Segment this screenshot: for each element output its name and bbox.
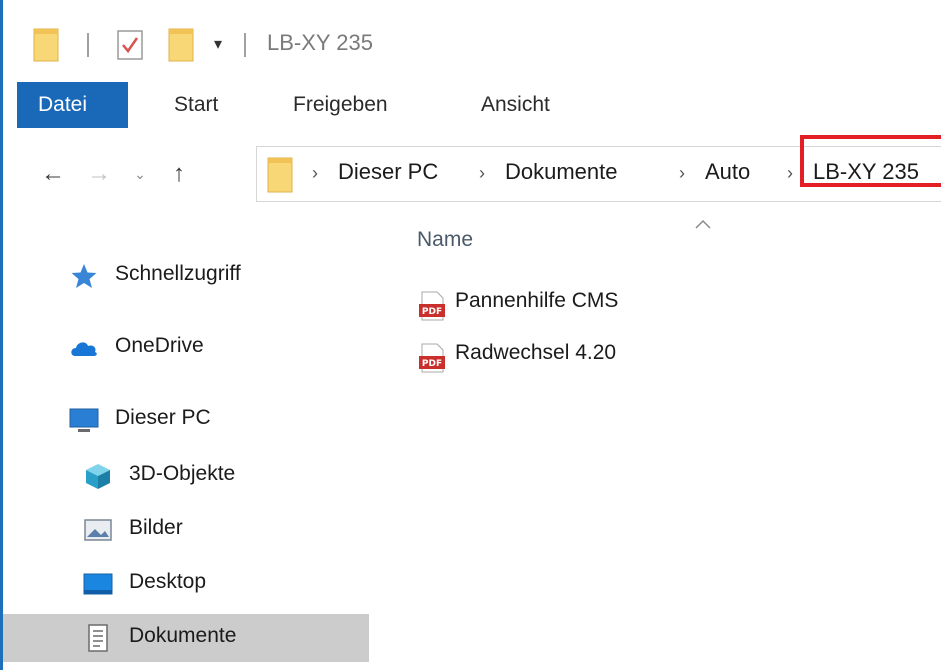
sidebar-item-label: OneDrive <box>115 334 204 357</box>
customize-dropdown-icon[interactable]: ▾ <box>208 34 228 56</box>
properties-icon[interactable] <box>117 30 143 60</box>
column-header-name[interactable]: Name <box>417 228 473 252</box>
sidebar-item-dieser-pc[interactable]: Dieser PC <box>3 396 369 444</box>
cube-icon <box>86 464 110 489</box>
breadcrumb-chevron-icon[interactable]: › <box>679 163 685 184</box>
pdf-icon: PDF <box>419 343 445 373</box>
tab-freigeben[interactable]: Freigeben <box>293 82 388 128</box>
pdf-icon: PDF <box>419 291 445 321</box>
back-arrow-icon[interactable]: ← <box>35 158 71 190</box>
sidebar-item-label: Schnellzugriff <box>115 262 241 285</box>
svg-text:PDF: PDF <box>422 307 442 317</box>
sidebar-item-onedrive[interactable]: OneDrive <box>3 324 369 372</box>
folder-icon[interactable] <box>33 28 59 62</box>
toolbar-separator <box>87 33 89 57</box>
forward-arrow-icon[interactable]: → <box>82 158 116 190</box>
new-folder-icon[interactable] <box>168 28 194 62</box>
desktop-icon <box>83 573 113 595</box>
tab-start[interactable]: Start <box>174 82 218 128</box>
breadcrumb-chevron-icon[interactable]: › <box>479 163 485 184</box>
sidebar-item-dokumente[interactable]: Dokumente <box>3 614 369 662</box>
sidebar-item-label: Dokumente <box>129 624 237 647</box>
up-arrow-icon[interactable]: ↑ <box>161 158 197 190</box>
title-bar: ▾ LB-XY 235 <box>3 0 941 82</box>
recent-locations-icon[interactable]: ⌄ <box>128 158 152 190</box>
sidebar-item-bilder[interactable]: Bilder <box>3 506 369 554</box>
sidebar-item-label: Dieser PC <box>115 406 211 429</box>
sidebar-item-schnellzugriff[interactable]: Schnellzugriff <box>3 252 369 300</box>
sidebar-item-label: Desktop <box>129 570 207 593</box>
sidebar-item-desktop[interactable]: Desktop <box>3 560 369 608</box>
file-item[interactable]: PDF Pannenhilfe CMS <box>411 285 711 323</box>
file-name: Pannenhilfe CMS <box>455 289 619 312</box>
breadcrumb-chevron-icon[interactable]: › <box>312 163 318 184</box>
file-item[interactable]: PDF Radwechsel 4.20 <box>411 337 711 375</box>
cloud-icon <box>71 342 97 356</box>
file-name: Radwechsel 4.20 <box>455 341 617 364</box>
computer-icon <box>69 408 99 432</box>
documents-icon <box>88 624 108 652</box>
ribbon-tabs: Datei Start Freigeben Ansicht <box>3 82 941 129</box>
sidebar-item-3d-objekte[interactable]: 3D-Objekte <box>3 452 369 500</box>
folder-icon <box>267 157 293 193</box>
svg-text:PDF: PDF <box>422 359 442 369</box>
sidebar-item-label: Bilder <box>129 516 183 539</box>
breadcrumb-dieser-pc[interactable]: Dieser PC <box>338 159 438 185</box>
window-title: LB-XY 235 <box>267 30 374 55</box>
tab-datei[interactable]: Datei <box>17 82 128 128</box>
navigation-pane: Schnellzugriff OneDrive Dieser PC 3D-Obj… <box>3 218 378 670</box>
tab-ansicht[interactable]: Ansicht <box>481 82 550 128</box>
title-separator <box>244 33 246 57</box>
breadcrumb-dokumente[interactable]: Dokumente <box>505 159 618 185</box>
highlight-annotation <box>800 135 941 187</box>
breadcrumb-chevron-icon[interactable]: › <box>787 163 793 184</box>
sidebar-item-label: 3D-Objekte <box>129 462 236 485</box>
sort-ascending-icon <box>695 219 711 229</box>
star-icon <box>71 264 97 288</box>
breadcrumb-auto[interactable]: Auto <box>705 159 750 185</box>
pictures-icon <box>84 519 112 541</box>
